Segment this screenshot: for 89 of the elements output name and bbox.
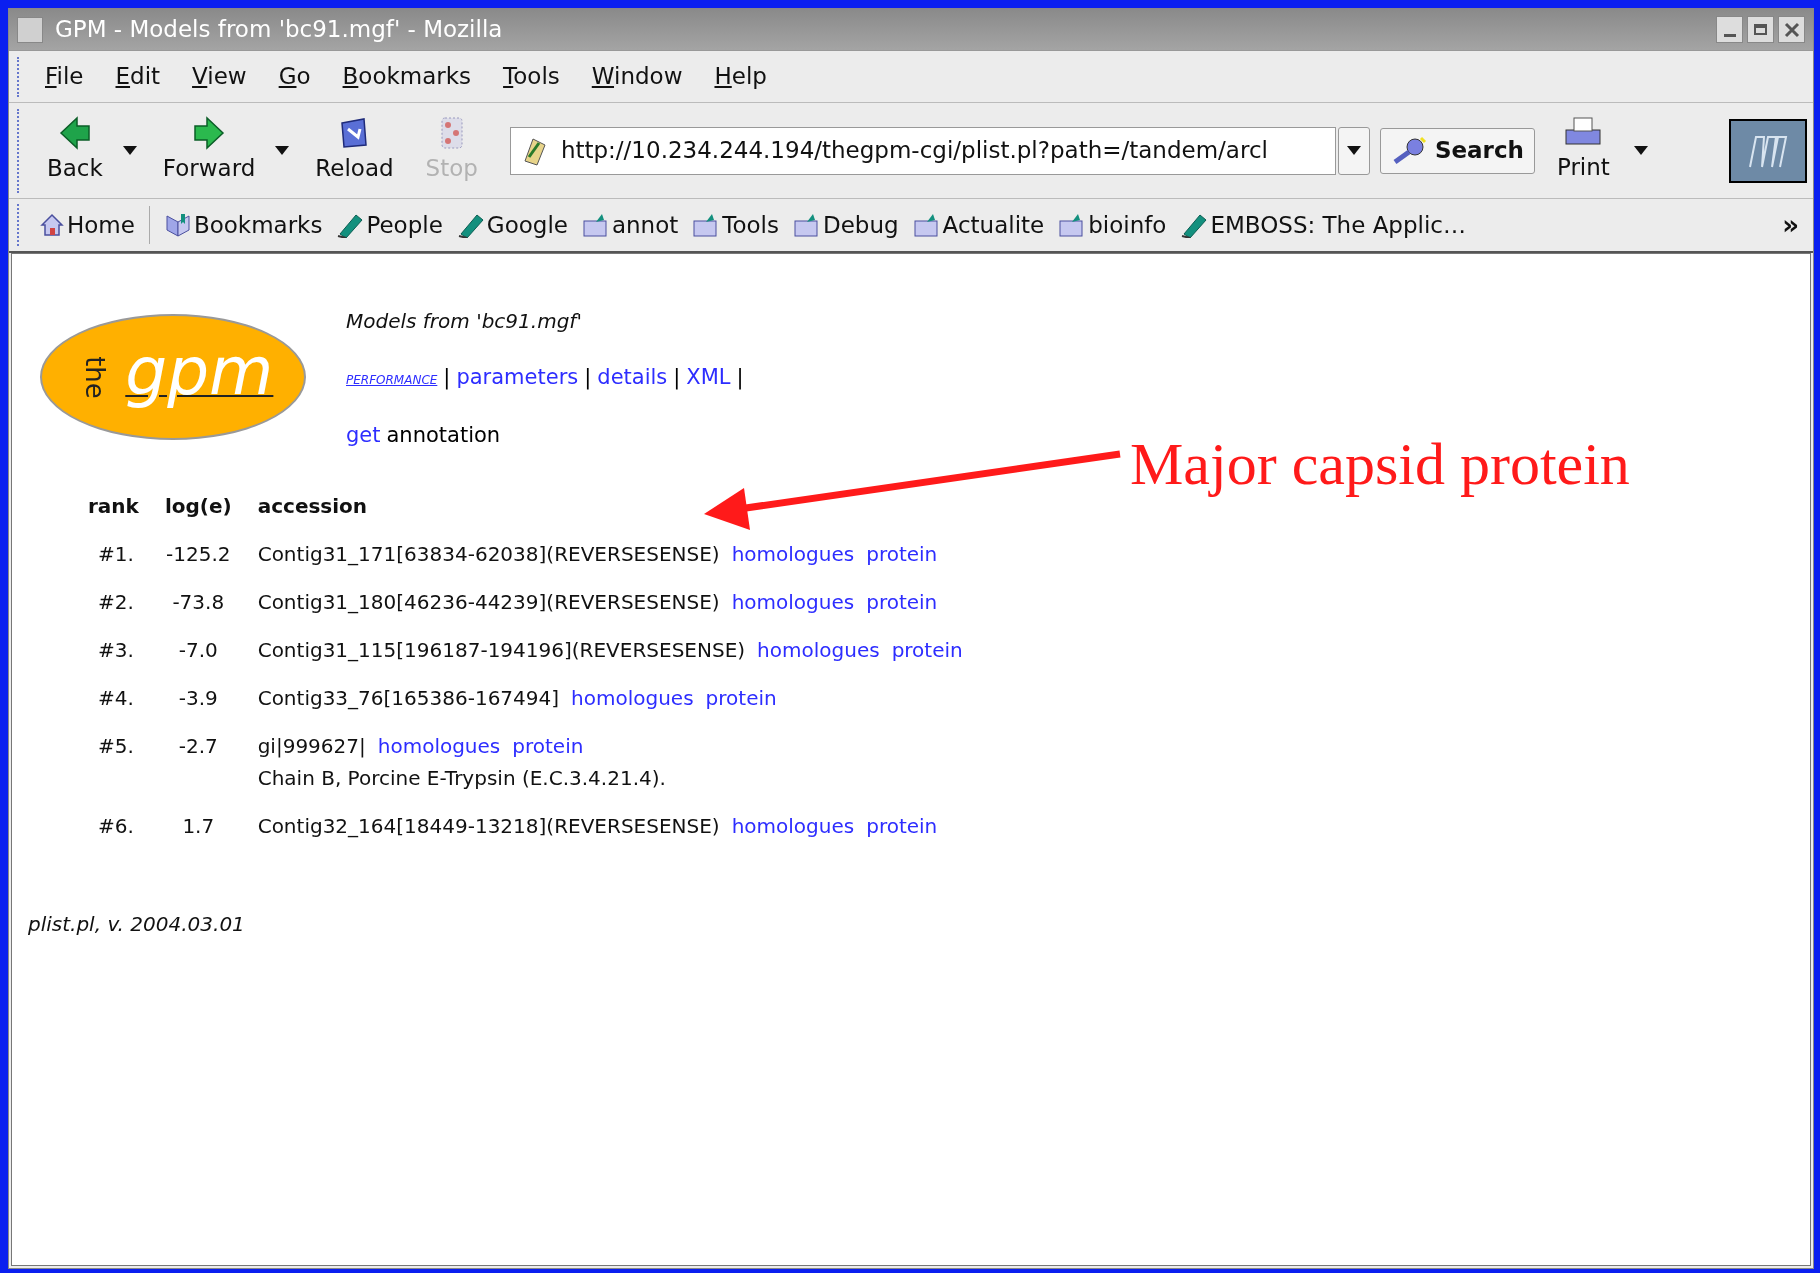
toolbar-button[interactable]: Reload <box>309 115 400 186</box>
column-header: log(e) <box>164 494 232 518</box>
description-text: Chain B, Porcine E-Trypsin (E.C.3.4.21.4). <box>257 765 667 792</box>
bookmarks-icon <box>163 212 192 238</box>
accession-text: Contig31_180[46236-44239](REVERSESENSE) <box>257 589 720 616</box>
separator-text: | <box>584 364 592 392</box>
table-link[interactable]: protein <box>891 635 963 665</box>
rank-cell: #6. <box>98 814 134 838</box>
nav-link[interactable]: PERFORMANCE <box>346 371 438 389</box>
bookmark-item[interactable]: Tools <box>692 207 779 243</box>
nav-link[interactable]: parameters <box>456 362 579 394</box>
house-icon <box>39 212 65 238</box>
menu-item[interactable]: Bookmarks <box>342 59 472 94</box>
caret-icon <box>275 146 290 155</box>
bookmark-item[interactable]: Debug <box>792 207 899 243</box>
get-link[interactable]: get <box>346 419 381 451</box>
folder-icon <box>581 212 610 238</box>
nav-link[interactable]: XML <box>686 362 731 394</box>
bookmark-item[interactable]: bioinfo <box>1058 207 1167 243</box>
close-icon <box>1783 21 1800 38</box>
accession-text: Contig32_164[18449-13218](REVERSESENSE) <box>257 813 720 840</box>
address-dropdown-button[interactable] <box>1337 126 1370 175</box>
search-button[interactable]: Search <box>1379 127 1535 174</box>
print-button[interactable]: Print <box>1556 116 1610 185</box>
toolbar-button[interactable]: Back <box>41 115 109 186</box>
accession-text: Contig33_76[165386-167494] <box>257 685 560 712</box>
table-link[interactable]: homologues <box>731 811 855 841</box>
log-e-cell: -7.0 <box>178 638 218 662</box>
rank-cell: #4. <box>98 686 134 710</box>
menu-item[interactable]: View <box>192 59 247 94</box>
column-header: accession <box>257 494 368 518</box>
menu-item[interactable]: Help <box>714 59 767 94</box>
menu-item[interactable]: Edit <box>115 59 161 94</box>
maximize-button[interactable] <box>1747 16 1774 43</box>
separator-text: | <box>673 364 681 392</box>
log-e-cell: -3.9 <box>178 686 218 710</box>
menu-item[interactable]: Go <box>278 59 311 94</box>
table-link[interactable]: protein <box>512 731 584 761</box>
table-link[interactable]: protein <box>866 811 938 841</box>
log-e-cell: 1.7 <box>182 814 215 838</box>
bookmark-item[interactable]: People <box>336 207 443 243</box>
page-heading: Models from 'bc91.mgf' <box>346 308 583 335</box>
separator-text: | <box>736 364 744 392</box>
version-footer: plist.pl, v. 2004.03.01 <box>28 909 245 939</box>
accession-text: Contig31_115[196187-194196](REVERSESENSE) <box>257 637 746 664</box>
minimize-button[interactable] <box>1716 16 1743 43</box>
table-link[interactable]: homologues <box>757 635 880 665</box>
accession-text: gi|999627| <box>257 733 366 760</box>
table-link[interactable]: protein <box>866 587 938 617</box>
table-link[interactable]: homologues <box>731 587 855 617</box>
bookmark-item[interactable]: annot <box>581 207 679 243</box>
table-link[interactable]: protein <box>705 683 777 713</box>
close-button[interactable] <box>1778 16 1805 43</box>
callout-text: Major capsid protein <box>1130 430 1630 499</box>
bookmark-item[interactable]: Home <box>39 207 135 243</box>
folder-icon <box>792 212 821 238</box>
gpm-logo: the gpm <box>40 314 306 440</box>
caret-icon <box>122 146 137 155</box>
toolbar-button[interactable]: Forward <box>156 115 262 186</box>
bookmark-item[interactable]: Actualite <box>912 207 1045 243</box>
bookmark-item[interactable]: Bookmarks <box>163 207 323 243</box>
rank-cell: #5. <box>98 734 134 758</box>
log-e-cell: -125.2 <box>166 542 231 566</box>
menu-item[interactable]: Window <box>591 59 683 94</box>
window-title: GPM - Models from 'bc91.mgf' - Mozilla <box>55 15 503 45</box>
annotation-text: annotation <box>386 421 501 449</box>
overflow-chevron[interactable]: » <box>1782 205 1799 245</box>
throbber-logo-icon <box>1729 118 1807 183</box>
table-link[interactable]: homologues <box>731 539 855 569</box>
bookmark-item[interactable]: Google <box>456 207 568 243</box>
nav-link[interactable]: details <box>597 362 668 394</box>
caret-icon <box>1346 146 1361 155</box>
table-link[interactable]: protein <box>866 539 938 569</box>
accession-text: Contig31_171[63834-62038](REVERSESENSE) <box>257 541 720 568</box>
caret-icon <box>1633 146 1648 155</box>
separator-text: | <box>443 364 451 392</box>
log-e-cell: -73.8 <box>172 590 225 614</box>
log-e-cell: -2.7 <box>178 734 218 758</box>
folder-icon <box>912 212 941 238</box>
rank-cell: #3. <box>98 638 134 662</box>
rank-cell: #1. <box>98 542 134 566</box>
table-link[interactable]: homologues <box>377 731 501 761</box>
bookmark-item[interactable]: EMBOSS: The Applic… <box>1180 207 1466 243</box>
rank-cell: #2. <box>98 590 134 614</box>
address-field[interactable]: http://10.234.244.194/thegpm-cgi/plist.pl?path=/tandem/arcl <box>509 126 1336 175</box>
table-link[interactable]: homologues <box>571 683 694 713</box>
menu-item[interactable]: Tools <box>503 59 560 94</box>
column-header: rank <box>88 494 139 518</box>
menu-item[interactable]: File <box>45 59 84 94</box>
